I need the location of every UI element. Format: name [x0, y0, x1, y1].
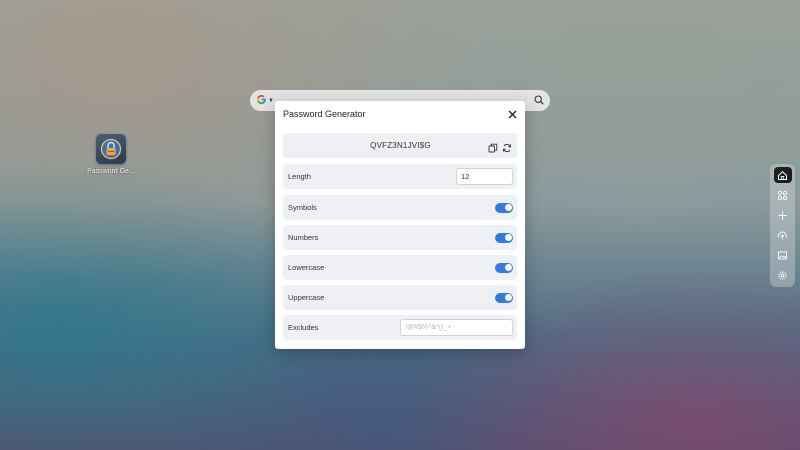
length-row: Length	[283, 164, 517, 189]
lowercase-toggle[interactable]	[495, 262, 513, 273]
uppercase-label: Uppercase	[288, 293, 325, 302]
search-engine-selector[interactable]: ▼	[256, 94, 274, 108]
length-input[interactable]	[456, 168, 513, 185]
password-generator-app-icon	[96, 134, 126, 164]
search-icon[interactable]	[534, 92, 544, 110]
option-row-symbols: Symbols	[283, 195, 517, 220]
option-row-numbers: Numbers	[283, 225, 517, 250]
settings-icon[interactable]	[774, 267, 792, 283]
numbers-toggle[interactable]	[495, 232, 513, 243]
dialog-header: Password Generator	[275, 101, 525, 127]
google-icon	[256, 94, 267, 108]
password-generator-dialog: Password Generator QVFZ3N1JVI$G Length 1…	[275, 101, 525, 349]
symbols-toggle[interactable]	[495, 202, 513, 213]
excludes-label: Excludes	[288, 323, 319, 332]
dialog-title: Password Generator	[283, 109, 366, 119]
length-label: Length	[288, 172, 311, 181]
option-row-lowercase: Lowercase	[283, 255, 517, 280]
chevron-down-icon: ▼	[268, 97, 274, 104]
generated-password: QVFZ3N1JVI$G	[370, 141, 431, 150]
lowercase-label: Lowercase	[288, 263, 325, 272]
refresh-icon[interactable]	[502, 140, 512, 158]
symbols-label: Symbols	[288, 203, 317, 212]
desktop-app-password-generator[interactable]: Password Ge...	[86, 134, 136, 175]
numbers-label: Numbers	[288, 233, 319, 242]
copy-icon[interactable]	[488, 140, 498, 158]
generated-password-row: QVFZ3N1JVI$G	[283, 133, 517, 158]
image-icon[interactable]	[774, 247, 792, 263]
add-icon[interactable]	[774, 207, 792, 223]
apps-icon[interactable]	[774, 187, 792, 203]
upload-icon[interactable]	[774, 227, 792, 243]
option-row-uppercase: Uppercase	[283, 285, 517, 310]
home-icon[interactable]	[773, 167, 792, 183]
excludes-input[interactable]	[400, 319, 513, 336]
uppercase-toggle[interactable]	[495, 292, 513, 303]
excludes-row: Excludes	[283, 315, 517, 340]
side-dock	[770, 164, 795, 287]
desktop-icon-label: Password Ge...	[87, 168, 135, 175]
close-icon[interactable]	[508, 108, 517, 121]
